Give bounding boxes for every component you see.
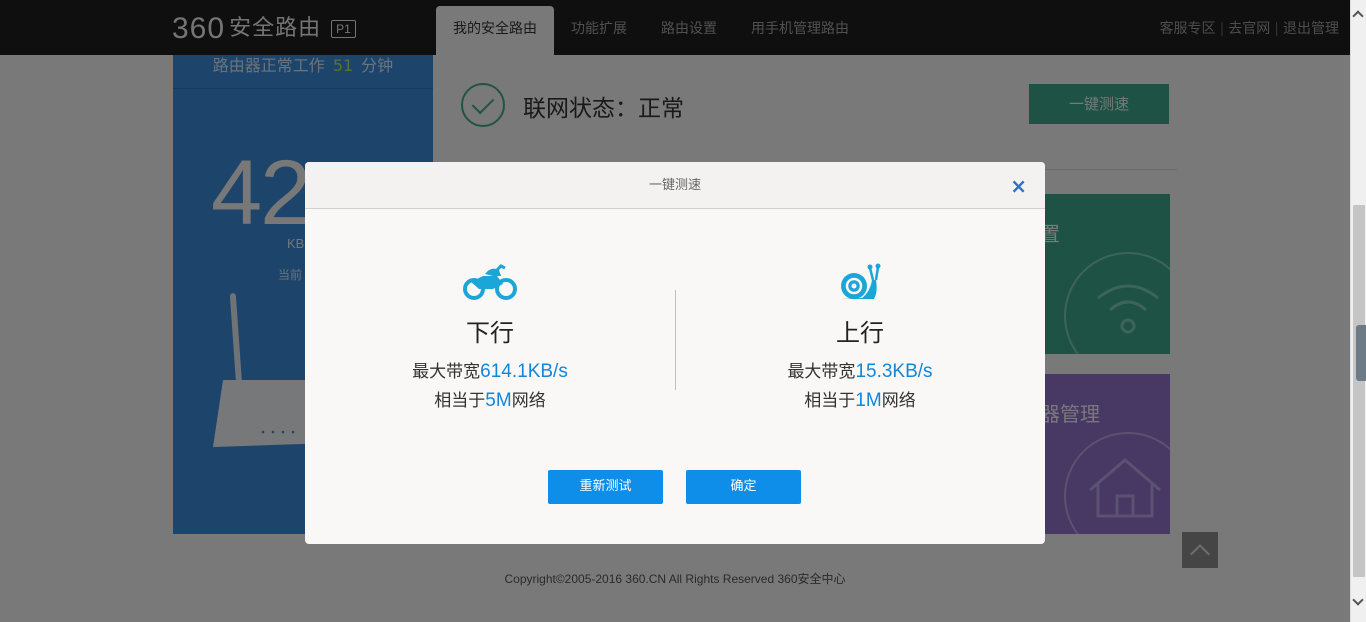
download-bandwidth-value: 614.1KB/s (480, 361, 568, 382)
close-icon[interactable]: × (1010, 162, 1027, 210)
page-scrollbar[interactable] (1350, 0, 1366, 622)
upload-equivalent: 相当于1M网络 (804, 390, 916, 411)
dialog-title: 一键测速 (648, 178, 701, 193)
snail-icon (675, 262, 1045, 306)
upload-bandwidth: 最大带宽15.3KB/s (787, 361, 933, 382)
scroll-up-icon[interactable] (1352, 10, 1364, 22)
upload-result: 上行 最大带宽15.3KB/s 相当于1M网络 (675, 262, 1045, 413)
download-equivalent-value: 5M (485, 390, 512, 411)
upload-bandwidth-value: 15.3KB/s (855, 361, 933, 382)
download-bandwidth: 最大带宽614.1KB/s (412, 361, 568, 382)
download-label: 下行 (466, 319, 514, 347)
motorcycle-icon (305, 262, 675, 306)
upload-equivalent-value: 1M (855, 390, 882, 411)
download-equivalent: 相当于5M网络 (434, 390, 546, 411)
retest-button[interactable]: 重新测试 (548, 470, 663, 504)
scroll-down-icon[interactable] (1352, 594, 1364, 606)
download-result: 下行 最大带宽614.1KB/s 相当于5M网络 (305, 262, 675, 413)
speedtest-dialog: 一键测速 × 下行 最大带宽614.1KB/s 相当于5M网络 上行 最大带宽1… (305, 162, 1045, 544)
dialog-header: 一键测速 × (305, 162, 1045, 209)
side-handle[interactable] (1356, 325, 1366, 381)
upload-label: 上行 (836, 319, 884, 347)
confirm-button[interactable]: 确定 (686, 470, 801, 504)
scroll-thumb[interactable] (1353, 205, 1365, 577)
